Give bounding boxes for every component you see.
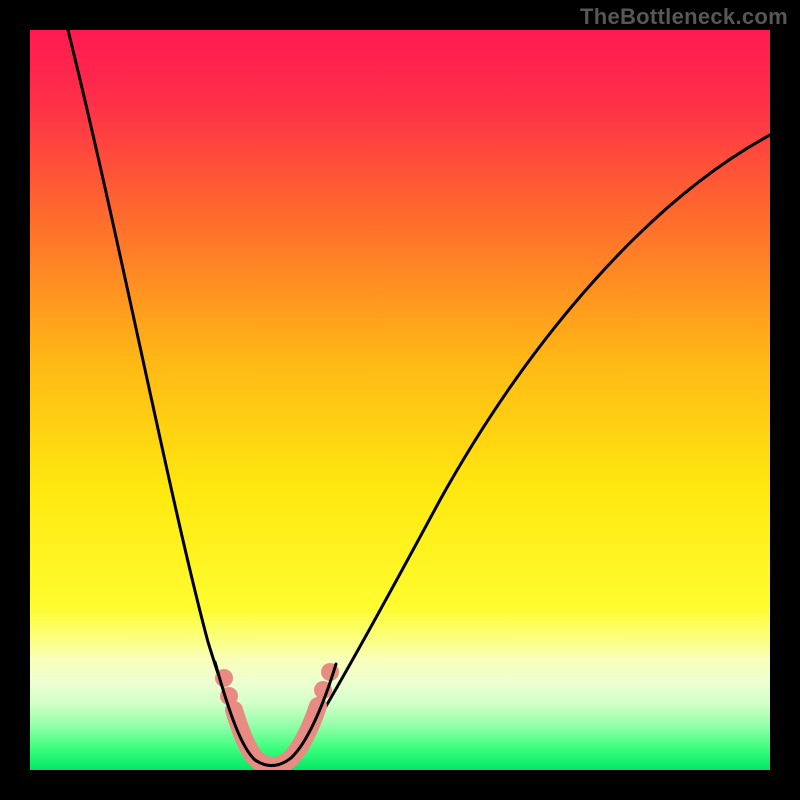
watermark-text: TheBottleneck.com <box>580 4 788 30</box>
bottleneck-curve-plot <box>30 30 770 770</box>
gradient-background <box>30 30 770 770</box>
chart-frame: TheBottleneck.com <box>0 0 800 800</box>
